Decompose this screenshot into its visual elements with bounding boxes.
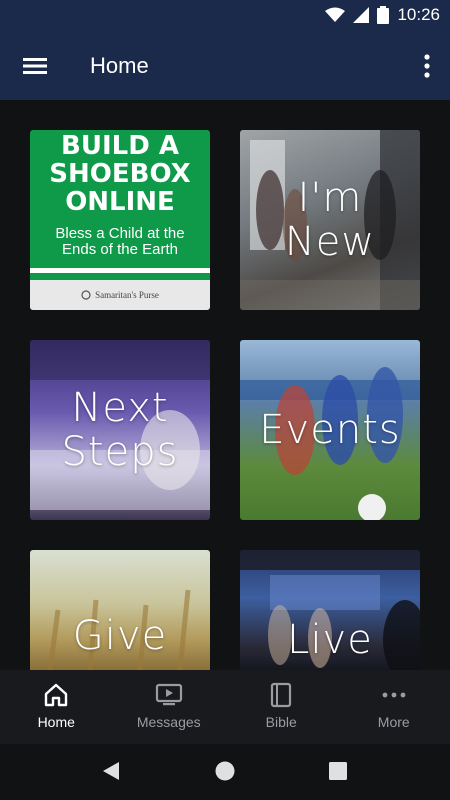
tile-next-steps[interactable]: Next Steps xyxy=(30,340,210,520)
status-icons: 10:26 xyxy=(325,5,440,25)
more-horizontal-icon xyxy=(382,692,406,698)
system-navigation-bar xyxy=(0,744,450,800)
tile-label: Give xyxy=(72,613,168,659)
nav-messages[interactable]: Messages xyxy=(113,670,226,744)
wifi-icon xyxy=(325,7,346,22)
nav-home[interactable]: Home xyxy=(0,670,113,744)
app-bar: Home xyxy=(0,33,450,100)
tile-label: I'm New xyxy=(284,175,376,265)
tile-build-a-shoebox[interactable]: BUILD A SHOEBOX ONLINE Bless a Child at … xyxy=(30,130,210,310)
overflow-menu-icon[interactable] xyxy=(420,51,434,81)
nav-bible[interactable]: Bible xyxy=(225,670,338,744)
tv-icon xyxy=(155,683,182,706)
tile-events[interactable]: Events xyxy=(240,340,420,520)
recents-icon[interactable] xyxy=(328,761,348,781)
battery-icon xyxy=(377,6,390,24)
nav-more[interactable]: More xyxy=(338,670,450,744)
status-bar: 10:26 xyxy=(0,0,450,33)
bottom-navigation: Home Messages Bible More xyxy=(0,670,450,744)
tile-label: Next Steps xyxy=(61,385,179,475)
tile-im-new[interactable]: I'm New xyxy=(240,130,420,310)
shoebox-band xyxy=(30,268,210,273)
tile-label: Live xyxy=(287,617,373,663)
shoebox-headline: BUILD A SHOEBOX ONLINE xyxy=(49,131,191,217)
nav-label: Home xyxy=(37,714,75,730)
tile-give[interactable]: Give xyxy=(30,550,210,670)
status-time: 10:26 xyxy=(397,5,440,24)
tile-label: Events xyxy=(259,407,401,453)
samaritans-purse-logo: Samaritan's Purse xyxy=(30,280,210,310)
book-icon xyxy=(271,682,292,708)
page-title: Home xyxy=(90,53,149,78)
shoebox-subtitle: Bless a Child at the Ends of the Earth xyxy=(55,225,185,258)
logo-mark-icon xyxy=(81,290,91,300)
menu-icon[interactable] xyxy=(22,53,48,79)
nav-label: Bible xyxy=(265,714,297,730)
signal-icon xyxy=(353,7,370,23)
logo-text: Samaritan's Purse xyxy=(95,290,159,300)
nav-label: More xyxy=(377,714,410,730)
nav-label: Messages xyxy=(136,714,201,730)
home-circle-icon[interactable] xyxy=(214,760,236,782)
tile-live[interactable]: Live xyxy=(240,550,420,670)
back-icon[interactable] xyxy=(101,760,121,782)
home-icon xyxy=(45,683,68,707)
